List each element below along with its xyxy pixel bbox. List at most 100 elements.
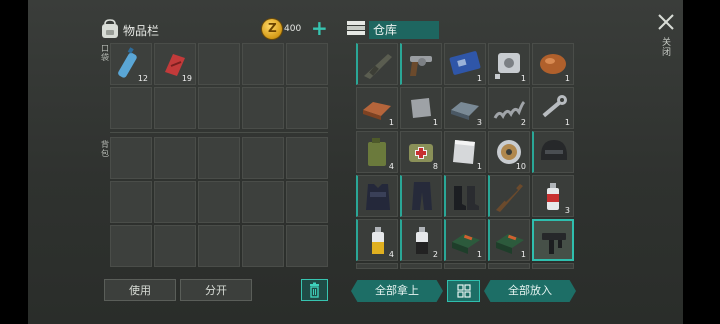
- backpack-slot[interactable]: [286, 181, 328, 223]
- warehouse-slot[interactable]: 3: [532, 175, 574, 217]
- backpack-slot[interactable]: [286, 225, 328, 267]
- use-button[interactable]: 使用: [104, 279, 176, 301]
- warehouse-slot[interactable]: [488, 175, 530, 217]
- item-quantity: 4: [388, 162, 394, 171]
- warehouse-slot[interactable]: 1: [356, 87, 398, 129]
- pocket-slot[interactable]: [286, 87, 328, 129]
- warehouse-slot[interactable]: 8: [400, 131, 442, 173]
- warehouse-slot[interactable]: 1: [444, 219, 486, 261]
- warehouse-grid: 1 1 1 1 1 3 2 1 4 8 1 10 3 4 2 1 1: [356, 43, 574, 269]
- revolver-icon: [410, 56, 432, 76]
- warehouse-slot[interactable]: 1: [488, 219, 530, 261]
- warehouse-slot[interactable]: [532, 219, 574, 261]
- backpack-slot[interactable]: [110, 225, 152, 267]
- pocket-slot[interactable]: [242, 87, 284, 129]
- warehouse-slot[interactable]: 4: [356, 219, 398, 261]
- item-quantity: 1: [432, 118, 438, 127]
- item-quantity: 3: [564, 206, 570, 215]
- warehouse-slot[interactable]: 1: [444, 131, 486, 173]
- screen-edge-left: [0, 0, 28, 324]
- warehouse-slot[interactable]: [356, 263, 398, 269]
- put-all-button[interactable]: 全部放入: [484, 280, 576, 302]
- warehouse-slot[interactable]: 1: [488, 43, 530, 85]
- split-button[interactable]: 分开: [180, 279, 252, 301]
- warehouse-slot[interactable]: 1: [444, 43, 486, 85]
- pocket-slot[interactable]: 19: [154, 43, 196, 85]
- close-label[interactable]: 关闭: [662, 38, 672, 58]
- warehouse-slot[interactable]: 10: [488, 131, 530, 173]
- pocket-slot[interactable]: [286, 43, 328, 85]
- item-quantity: 1: [520, 250, 526, 259]
- item-quantity: 19: [181, 74, 192, 83]
- item-quantity: 1: [476, 74, 482, 83]
- warehouse-slot[interactable]: [444, 263, 486, 269]
- warehouse-icon: [347, 21, 365, 35]
- sort-button[interactable]: [447, 280, 480, 302]
- warehouse-slot[interactable]: 3: [444, 87, 486, 129]
- item-quantity: 8: [432, 162, 438, 171]
- warehouse-slot[interactable]: [356, 175, 398, 217]
- backpack-slot[interactable]: [154, 181, 196, 223]
- helmet-icon: [541, 140, 567, 160]
- take-all-button[interactable]: 全部拿上: [351, 280, 443, 302]
- pocket-slot[interactable]: [198, 43, 240, 85]
- pocket-grid: 12 19: [110, 43, 328, 129]
- coin-amount: 400: [284, 24, 302, 34]
- warehouse-slot[interactable]: 2: [488, 87, 530, 129]
- item-quantity: 1: [564, 74, 570, 83]
- backpack-icon: [102, 19, 118, 38]
- ak-rifle-icon: [496, 184, 523, 212]
- item-quantity: 1: [388, 118, 394, 127]
- warehouse-slot[interactable]: [400, 263, 442, 269]
- boots-icon: [454, 186, 479, 210]
- backpack-slot[interactable]: [286, 137, 328, 179]
- warehouse-slot[interactable]: [488, 263, 530, 269]
- close-icon[interactable]: [657, 13, 675, 31]
- warehouse-slot[interactable]: [356, 43, 398, 85]
- warehouse-slot[interactable]: 2: [400, 219, 442, 261]
- backpack-slot[interactable]: [154, 137, 196, 179]
- pocket-slot[interactable]: [110, 87, 152, 129]
- item-quantity: 12: [137, 74, 148, 83]
- backpack-slot[interactable]: [198, 181, 240, 223]
- warehouse-slot[interactable]: 1: [532, 43, 574, 85]
- warehouse-slot[interactable]: 1: [532, 87, 574, 129]
- item-quantity: 10: [515, 162, 526, 171]
- assault-rifle-icon: [364, 54, 392, 79]
- warehouse-slot[interactable]: [400, 175, 442, 217]
- smg-icon: [542, 233, 566, 254]
- pocket-slot[interactable]: [198, 87, 240, 129]
- item-quantity: 1: [476, 162, 482, 171]
- item-quantity: 2: [432, 250, 438, 259]
- pocket-slot[interactable]: [154, 87, 196, 129]
- backpack-slot[interactable]: [242, 225, 284, 267]
- grid-icon: [457, 284, 471, 298]
- backpack-slot[interactable]: [154, 225, 196, 267]
- backpack-slot[interactable]: [110, 181, 152, 223]
- backpack-slot[interactable]: [198, 225, 240, 267]
- backpack-slot[interactable]: [242, 181, 284, 223]
- warehouse-title: 仓库: [369, 21, 439, 39]
- backpack-slot[interactable]: [110, 137, 152, 179]
- backpack-slot[interactable]: [242, 137, 284, 179]
- item-quantity: 4: [388, 250, 394, 259]
- item-quantity: 1: [476, 250, 482, 259]
- warehouse-slot[interactable]: [532, 131, 574, 173]
- armor-vest-icon: [366, 184, 390, 210]
- warehouse-slot[interactable]: [532, 263, 574, 269]
- item-quantity: 2: [520, 118, 526, 127]
- coin-icon: Z: [262, 19, 282, 39]
- pocket-slot[interactable]: [242, 43, 284, 85]
- pocket-slot[interactable]: 12: [110, 43, 152, 85]
- backpack-slot[interactable]: [198, 137, 240, 179]
- warehouse-slot[interactable]: [444, 175, 486, 217]
- item-quantity: 1: [564, 118, 570, 127]
- warehouse-slot[interactable]: 1: [400, 87, 442, 129]
- item-quantity: 3: [476, 118, 482, 127]
- warehouse-slot[interactable]: [400, 43, 442, 85]
- tactical-pants-icon: [412, 182, 432, 210]
- discard-button[interactable]: [301, 279, 328, 301]
- divider: [110, 132, 328, 133]
- add-currency-button[interactable]: +: [311, 18, 328, 38]
- warehouse-slot[interactable]: 4: [356, 131, 398, 173]
